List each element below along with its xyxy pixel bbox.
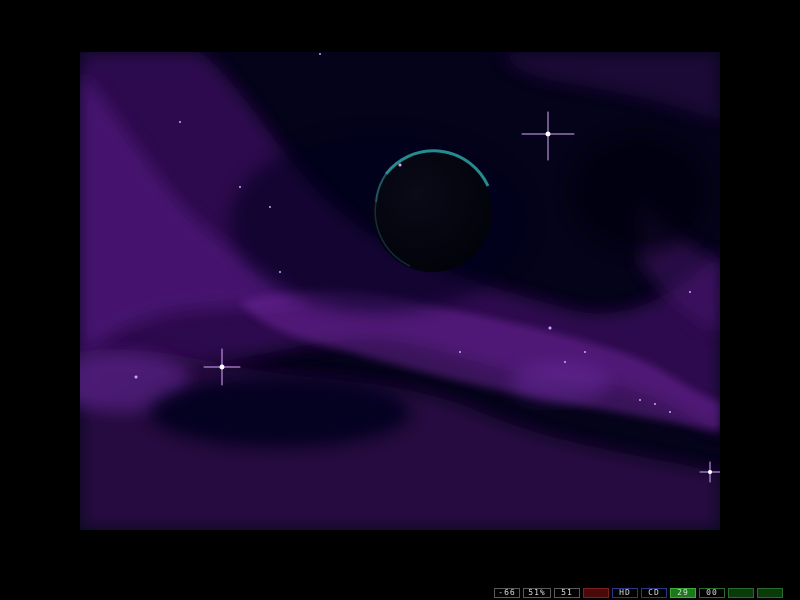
drive3-led: [757, 588, 783, 598]
fps-indicator: 51: [554, 588, 580, 598]
speed-indicator: 51%: [523, 588, 551, 598]
volume-indicator: -66: [494, 588, 520, 598]
power-led: [583, 588, 609, 598]
emulator-status-bar: -66 51% 51 HD CD 29 00: [494, 588, 783, 600]
drive0-led: 29: [670, 588, 696, 598]
drive2-led: [728, 588, 754, 598]
game-viewport[interactable]: [80, 52, 720, 530]
space-scene: [80, 52, 720, 530]
drive1-led: 00: [699, 588, 725, 598]
cd-led: CD: [641, 588, 667, 598]
hd-led: HD: [612, 588, 638, 598]
